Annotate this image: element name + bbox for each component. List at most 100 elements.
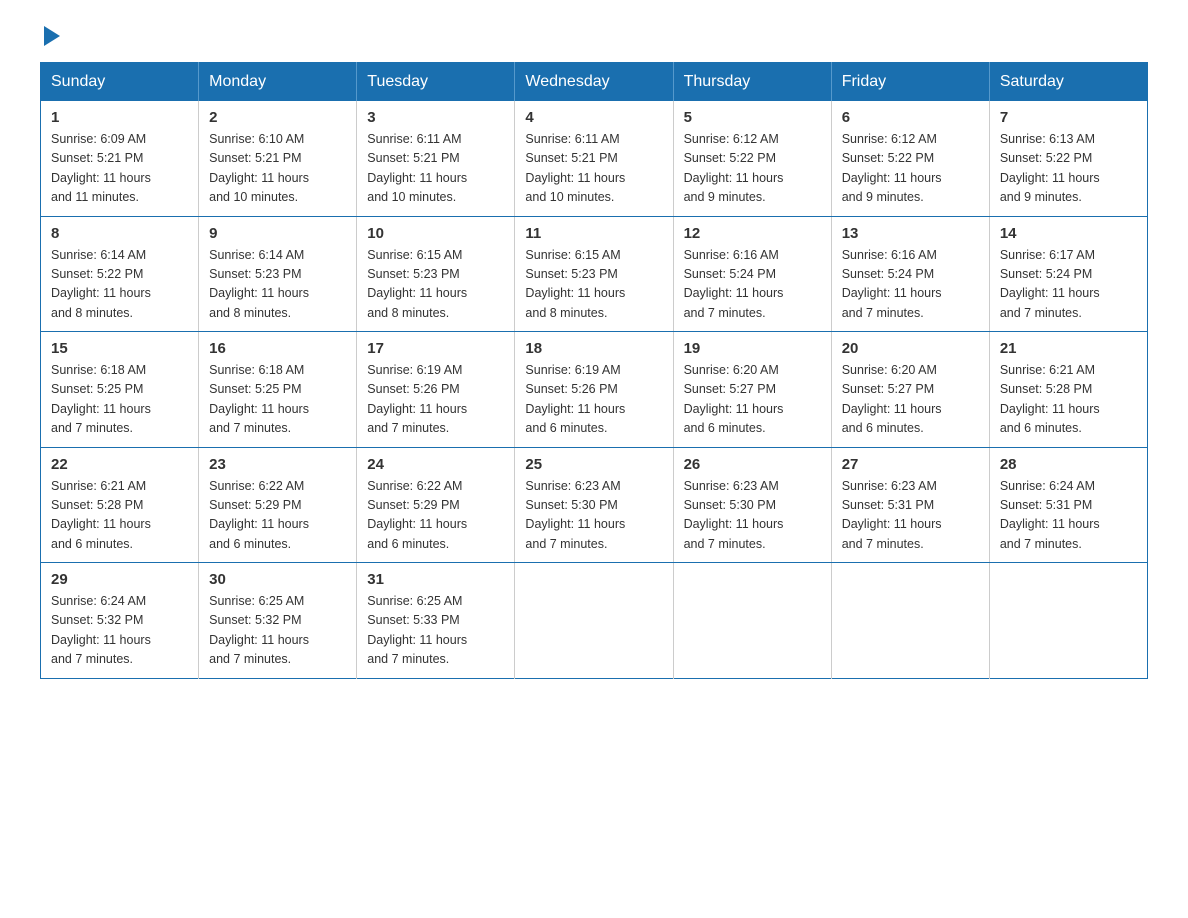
day-info: Sunrise: 6:10 AM Sunset: 5:21 PM Dayligh… [209, 130, 346, 208]
day-info: Sunrise: 6:19 AM Sunset: 5:26 PM Dayligh… [367, 361, 504, 439]
day-info: Sunrise: 6:14 AM Sunset: 5:22 PM Dayligh… [51, 246, 188, 324]
day-number: 13 [842, 225, 979, 242]
day-number: 26 [684, 456, 821, 473]
day-info: Sunrise: 6:18 AM Sunset: 5:25 PM Dayligh… [51, 361, 188, 439]
calendar-week-3: 15 Sunrise: 6:18 AM Sunset: 5:25 PM Dayl… [41, 332, 1148, 448]
calendar-cell: 26 Sunrise: 6:23 AM Sunset: 5:30 PM Dayl… [673, 447, 831, 563]
calendar-table: SundayMondayTuesdayWednesdayThursdayFrid… [40, 62, 1148, 679]
page-header [40, 30, 1148, 42]
day-info: Sunrise: 6:11 AM Sunset: 5:21 PM Dayligh… [525, 130, 662, 208]
day-info: Sunrise: 6:23 AM Sunset: 5:30 PM Dayligh… [525, 477, 662, 555]
day-info: Sunrise: 6:24 AM Sunset: 5:32 PM Dayligh… [51, 592, 188, 670]
calendar-cell: 13 Sunrise: 6:16 AM Sunset: 5:24 PM Dayl… [831, 216, 989, 332]
calendar-cell: 19 Sunrise: 6:20 AM Sunset: 5:27 PM Dayl… [673, 332, 831, 448]
weekday-header-saturday: Saturday [989, 63, 1147, 102]
day-info: Sunrise: 6:23 AM Sunset: 5:31 PM Dayligh… [842, 477, 979, 555]
calendar-cell: 25 Sunrise: 6:23 AM Sunset: 5:30 PM Dayl… [515, 447, 673, 563]
calendar-body: 1 Sunrise: 6:09 AM Sunset: 5:21 PM Dayli… [41, 101, 1148, 678]
calendar-cell: 15 Sunrise: 6:18 AM Sunset: 5:25 PM Dayl… [41, 332, 199, 448]
calendar-cell [515, 563, 673, 679]
day-info: Sunrise: 6:15 AM Sunset: 5:23 PM Dayligh… [525, 246, 662, 324]
calendar-cell: 24 Sunrise: 6:22 AM Sunset: 5:29 PM Dayl… [357, 447, 515, 563]
day-info: Sunrise: 6:18 AM Sunset: 5:25 PM Dayligh… [209, 361, 346, 439]
calendar-cell: 4 Sunrise: 6:11 AM Sunset: 5:21 PM Dayli… [515, 101, 673, 216]
day-number: 31 [367, 571, 504, 588]
day-number: 14 [1000, 225, 1137, 242]
calendar-cell: 6 Sunrise: 6:12 AM Sunset: 5:22 PM Dayli… [831, 101, 989, 216]
day-number: 28 [1000, 456, 1137, 473]
calendar-week-2: 8 Sunrise: 6:14 AM Sunset: 5:22 PM Dayli… [41, 216, 1148, 332]
day-number: 11 [525, 225, 662, 242]
weekday-header-monday: Monday [199, 63, 357, 102]
calendar-cell: 18 Sunrise: 6:19 AM Sunset: 5:26 PM Dayl… [515, 332, 673, 448]
calendar-cell: 30 Sunrise: 6:25 AM Sunset: 5:32 PM Dayl… [199, 563, 357, 679]
day-info: Sunrise: 6:20 AM Sunset: 5:27 PM Dayligh… [684, 361, 821, 439]
day-number: 12 [684, 225, 821, 242]
calendar-week-1: 1 Sunrise: 6:09 AM Sunset: 5:21 PM Dayli… [41, 101, 1148, 216]
day-info: Sunrise: 6:19 AM Sunset: 5:26 PM Dayligh… [525, 361, 662, 439]
day-number: 6 [842, 109, 979, 126]
calendar-cell [989, 563, 1147, 679]
day-info: Sunrise: 6:22 AM Sunset: 5:29 PM Dayligh… [209, 477, 346, 555]
day-number: 2 [209, 109, 346, 126]
calendar-cell: 10 Sunrise: 6:15 AM Sunset: 5:23 PM Dayl… [357, 216, 515, 332]
day-number: 20 [842, 340, 979, 357]
day-number: 3 [367, 109, 504, 126]
calendar-cell: 21 Sunrise: 6:21 AM Sunset: 5:28 PM Dayl… [989, 332, 1147, 448]
day-info: Sunrise: 6:11 AM Sunset: 5:21 PM Dayligh… [367, 130, 504, 208]
day-info: Sunrise: 6:25 AM Sunset: 5:33 PM Dayligh… [367, 592, 504, 670]
weekday-header-row: SundayMondayTuesdayWednesdayThursdayFrid… [41, 63, 1148, 102]
calendar-cell: 20 Sunrise: 6:20 AM Sunset: 5:27 PM Dayl… [831, 332, 989, 448]
day-info: Sunrise: 6:23 AM Sunset: 5:30 PM Dayligh… [684, 477, 821, 555]
calendar-cell: 12 Sunrise: 6:16 AM Sunset: 5:24 PM Dayl… [673, 216, 831, 332]
logo-top [40, 30, 60, 46]
day-number: 30 [209, 571, 346, 588]
day-number: 10 [367, 225, 504, 242]
day-number: 5 [684, 109, 821, 126]
day-number: 19 [684, 340, 821, 357]
day-info: Sunrise: 6:20 AM Sunset: 5:27 PM Dayligh… [842, 361, 979, 439]
calendar-header: SundayMondayTuesdayWednesdayThursdayFrid… [41, 63, 1148, 102]
day-number: 4 [525, 109, 662, 126]
day-info: Sunrise: 6:16 AM Sunset: 5:24 PM Dayligh… [684, 246, 821, 324]
day-info: Sunrise: 6:12 AM Sunset: 5:22 PM Dayligh… [684, 130, 821, 208]
day-number: 9 [209, 225, 346, 242]
calendar-cell: 3 Sunrise: 6:11 AM Sunset: 5:21 PM Dayli… [357, 101, 515, 216]
calendar-cell: 22 Sunrise: 6:21 AM Sunset: 5:28 PM Dayl… [41, 447, 199, 563]
calendar-cell: 17 Sunrise: 6:19 AM Sunset: 5:26 PM Dayl… [357, 332, 515, 448]
day-info: Sunrise: 6:24 AM Sunset: 5:31 PM Dayligh… [1000, 477, 1137, 555]
day-info: Sunrise: 6:17 AM Sunset: 5:24 PM Dayligh… [1000, 246, 1137, 324]
day-info: Sunrise: 6:22 AM Sunset: 5:29 PM Dayligh… [367, 477, 504, 555]
calendar-week-4: 22 Sunrise: 6:21 AM Sunset: 5:28 PM Dayl… [41, 447, 1148, 563]
day-number: 8 [51, 225, 188, 242]
day-number: 1 [51, 109, 188, 126]
day-number: 24 [367, 456, 504, 473]
day-number: 17 [367, 340, 504, 357]
calendar-cell: 11 Sunrise: 6:15 AM Sunset: 5:23 PM Dayl… [515, 216, 673, 332]
day-number: 7 [1000, 109, 1137, 126]
day-number: 16 [209, 340, 346, 357]
day-info: Sunrise: 6:21 AM Sunset: 5:28 PM Dayligh… [1000, 361, 1137, 439]
logo-arrow-icon [44, 26, 60, 46]
calendar-cell [831, 563, 989, 679]
weekday-header-wednesday: Wednesday [515, 63, 673, 102]
day-info: Sunrise: 6:15 AM Sunset: 5:23 PM Dayligh… [367, 246, 504, 324]
calendar-cell: 16 Sunrise: 6:18 AM Sunset: 5:25 PM Dayl… [199, 332, 357, 448]
weekday-header-friday: Friday [831, 63, 989, 102]
day-number: 18 [525, 340, 662, 357]
day-info: Sunrise: 6:09 AM Sunset: 5:21 PM Dayligh… [51, 130, 188, 208]
calendar-cell: 9 Sunrise: 6:14 AM Sunset: 5:23 PM Dayli… [199, 216, 357, 332]
day-number: 29 [51, 571, 188, 588]
calendar-cell: 14 Sunrise: 6:17 AM Sunset: 5:24 PM Dayl… [989, 216, 1147, 332]
day-info: Sunrise: 6:21 AM Sunset: 5:28 PM Dayligh… [51, 477, 188, 555]
calendar-cell: 27 Sunrise: 6:23 AM Sunset: 5:31 PM Dayl… [831, 447, 989, 563]
weekday-header-tuesday: Tuesday [357, 63, 515, 102]
logo [40, 30, 60, 42]
day-info: Sunrise: 6:16 AM Sunset: 5:24 PM Dayligh… [842, 246, 979, 324]
calendar-cell: 8 Sunrise: 6:14 AM Sunset: 5:22 PM Dayli… [41, 216, 199, 332]
calendar-cell: 31 Sunrise: 6:25 AM Sunset: 5:33 PM Dayl… [357, 563, 515, 679]
day-info: Sunrise: 6:25 AM Sunset: 5:32 PM Dayligh… [209, 592, 346, 670]
calendar-cell: 28 Sunrise: 6:24 AM Sunset: 5:31 PM Dayl… [989, 447, 1147, 563]
calendar-cell [673, 563, 831, 679]
day-info: Sunrise: 6:12 AM Sunset: 5:22 PM Dayligh… [842, 130, 979, 208]
